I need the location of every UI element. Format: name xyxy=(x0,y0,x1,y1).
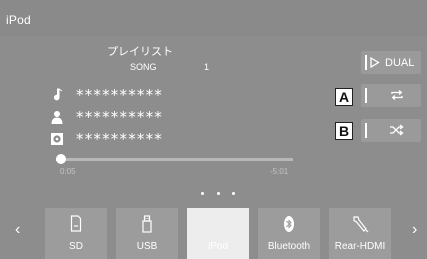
music-note-icon xyxy=(53,88,63,101)
source-sd[interactable]: SD xyxy=(45,208,107,259)
source-next-arrow[interactable]: › xyxy=(412,221,417,239)
app-title: iPod xyxy=(6,13,31,27)
sd-card-icon xyxy=(70,215,82,232)
album-row: ********** xyxy=(50,130,163,148)
play-outline-icon xyxy=(370,57,380,68)
artist-name: ********** xyxy=(76,108,163,126)
remaining-time: -5:01 xyxy=(270,167,289,176)
artist-row: ********** xyxy=(50,108,163,126)
button-indicator-bar xyxy=(365,55,367,70)
track-title: ********** xyxy=(76,86,163,104)
usb-icon xyxy=(142,215,152,233)
progress-handle[interactable] xyxy=(55,154,66,164)
source-bluetooth[interactable]: Bluetooth xyxy=(258,208,320,259)
source-label: SD xyxy=(69,241,83,252)
elapsed-time: 0:05 xyxy=(60,167,76,176)
album-icon xyxy=(51,133,63,145)
playlist-label: プレイリスト xyxy=(107,46,173,58)
shuffle-button[interactable] xyxy=(361,119,421,142)
audio-screen: iPod プレイリスト SONG 1 ********** **********… xyxy=(0,0,427,259)
source-ipod[interactable]: iPod xyxy=(187,208,249,259)
shuffle-icon xyxy=(390,124,404,136)
button-indicator-bar xyxy=(365,88,367,103)
artist-icon xyxy=(51,111,63,124)
source-usb[interactable]: USB xyxy=(116,208,178,259)
source-prev-arrow[interactable]: ‹ xyxy=(15,221,20,239)
source-label: Bluetooth xyxy=(267,241,311,252)
bluetooth-icon xyxy=(284,216,294,232)
track-title-row: ********** xyxy=(50,86,163,104)
title-bar: iPod xyxy=(0,0,427,36)
source-label: USB xyxy=(136,241,158,252)
dual-button[interactable]: DUAL xyxy=(361,51,421,74)
page-dot xyxy=(216,192,220,195)
page-dot xyxy=(232,192,235,195)
hdmi-icon xyxy=(353,216,369,233)
source-rear-hdmi[interactable]: Rear-HDMI xyxy=(329,208,391,259)
page-dot xyxy=(201,192,204,195)
source-label: iPod xyxy=(207,241,228,252)
callout-label-b: B xyxy=(335,122,353,140)
source-label: Rear-HDMI xyxy=(334,241,386,252)
album-name: ********** xyxy=(76,130,163,148)
button-indicator-bar xyxy=(365,123,367,138)
song-number: 1 xyxy=(204,62,210,72)
repeat-button[interactable] xyxy=(361,84,421,107)
dual-label: DUAL xyxy=(385,57,415,69)
page-indicator xyxy=(201,192,235,198)
song-label: SONG xyxy=(130,62,157,72)
progress-track[interactable] xyxy=(56,158,293,161)
repeat-icon xyxy=(391,90,403,100)
callout-label-a: A xyxy=(335,88,353,106)
